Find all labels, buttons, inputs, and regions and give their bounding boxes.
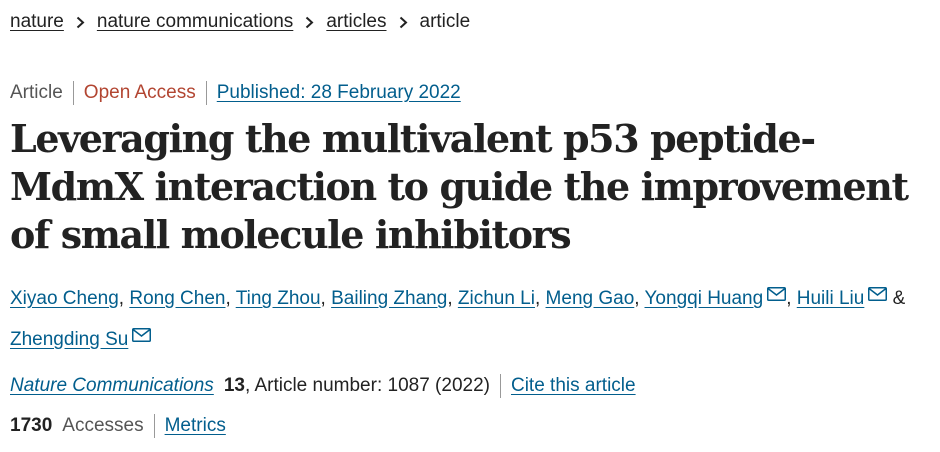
- accesses-label: Accesses: [62, 415, 144, 436]
- divider: [499, 374, 501, 398]
- author-separator: ,: [534, 288, 546, 309]
- cite-this-article-link[interactable]: Cite this article: [511, 375, 636, 397]
- author-link[interactable]: Xiyao Cheng: [10, 288, 119, 309]
- author-conjunction: &: [887, 288, 906, 309]
- author-separator: ,: [447, 288, 458, 309]
- author-link[interactable]: Rong Chen: [129, 288, 225, 309]
- open-access-badge: Open Access: [83, 82, 196, 103]
- article-meta: Article Open Access Published: 28 Februa…: [10, 81, 461, 105]
- article-title: Leveraging the multivalent p53 peptide-M…: [10, 116, 909, 257]
- envelope-icon[interactable]: [767, 277, 787, 315]
- envelope-icon[interactable]: [132, 318, 152, 356]
- author-separator: ,: [118, 288, 130, 309]
- author-separator: ,: [320, 288, 332, 309]
- article-type: Article: [10, 82, 63, 103]
- accesses-count: 1730: [10, 415, 53, 436]
- author-link[interactable]: Bailing Zhang: [331, 288, 447, 309]
- article-metrics: 1730 Accesses Metrics: [10, 414, 226, 438]
- breadcrumb-link-nature[interactable]: nature: [10, 11, 64, 33]
- envelope-icon[interactable]: [868, 277, 888, 315]
- author-link[interactable]: Meng Gao: [546, 288, 635, 309]
- breadcrumb-current: article: [419, 11, 471, 32]
- chevron-right-icon: [399, 16, 408, 29]
- author-link[interactable]: Huili Liu: [797, 288, 865, 309]
- author-link[interactable]: Zichun Li: [458, 288, 535, 309]
- citation-line: Nature Communications 13 , Article numbe…: [10, 374, 636, 398]
- author-separator: ,: [225, 288, 236, 309]
- divider: [72, 81, 74, 105]
- author-link[interactable]: Zhengding Su: [10, 329, 128, 350]
- metrics-link[interactable]: Metrics: [165, 415, 226, 437]
- volume-number: 13: [223, 375, 245, 396]
- article-number: , Article number: 1087 (2022): [244, 375, 490, 396]
- chevron-right-icon: [305, 16, 314, 29]
- author-link[interactable]: Ting Zhou: [236, 288, 321, 309]
- breadcrumb-link-nature-communications[interactable]: nature communications: [97, 11, 293, 33]
- article-header: nature nature communications articles ar…: [0, 0, 940, 452]
- author-separator: ,: [634, 288, 645, 309]
- author-list: Xiyao Cheng, Rong Chen, Ting Zhou, Baili…: [10, 277, 935, 359]
- breadcrumb-link-articles[interactable]: articles: [326, 11, 386, 33]
- chevron-right-icon: [76, 16, 85, 29]
- breadcrumb: nature nature communications articles ar…: [10, 11, 470, 33]
- author-separator: ,: [786, 288, 797, 309]
- divider: [205, 81, 207, 105]
- author-link[interactable]: Yongqi Huang: [645, 288, 764, 309]
- journal-link[interactable]: Nature Communications: [10, 375, 214, 397]
- divider: [153, 414, 155, 438]
- published-date-link[interactable]: Published: 28 February 2022: [217, 82, 461, 104]
